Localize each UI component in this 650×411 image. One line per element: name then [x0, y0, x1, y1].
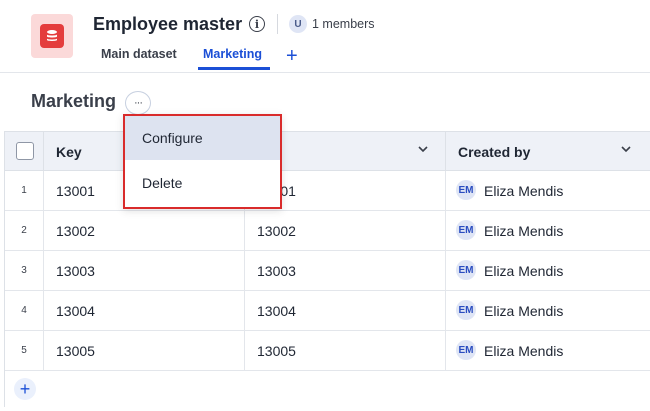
row-number: 3 — [21, 265, 27, 276]
table-row[interactable]: 4 13004 13004 EM Eliza Mendis — [5, 291, 650, 331]
avatar: EM — [456, 260, 476, 280]
member-avatar[interactable]: U — [289, 15, 307, 33]
add-tab-button[interactable]: + — [286, 46, 298, 66]
chevron-down-icon[interactable] — [417, 142, 429, 158]
row-number: 1 — [21, 185, 27, 196]
created-by-name: Eliza Mendis — [484, 263, 564, 279]
key-cell[interactable]: 13003 — [44, 251, 245, 290]
section-title: Marketing — [31, 91, 117, 111]
dataset-app-icon — [31, 14, 73, 58]
header-divider — [277, 14, 278, 34]
row-number-cell: 2 — [5, 211, 44, 250]
tab-main-dataset[interactable]: Main dataset — [101, 47, 177, 61]
key-value: 13002 — [56, 223, 95, 239]
row-number-cell: 5 — [5, 331, 44, 370]
data-table: Key Created by 1 13001 13001 EM Eliza Me… — [4, 131, 650, 407]
key-value: 13004 — [56, 303, 95, 319]
menu-item-delete[interactable]: Delete — [125, 161, 280, 205]
created-by-cell[interactable]: EM Eliza Mendis — [446, 331, 650, 370]
col2-value: 13005 — [257, 343, 296, 359]
select-all-header — [5, 132, 44, 171]
created-by-name: Eliza Mendis — [484, 303, 564, 319]
row-number-cell: 1 — [5, 171, 44, 210]
avatar: EM — [456, 180, 476, 200]
col2-cell[interactable]: 13004 — [245, 291, 446, 330]
key-value: 13005 — [56, 343, 95, 359]
col2-cell[interactable]: 13005 — [245, 331, 446, 370]
page-title: Employee master — [93, 14, 243, 34]
avatar: EM — [456, 300, 476, 320]
database-icon — [40, 24, 64, 48]
key-cell[interactable]: 13005 — [44, 331, 245, 370]
col2-value: 13002 — [257, 223, 296, 239]
column-header-label: Key — [56, 144, 82, 160]
col2-value: 13004 — [257, 303, 296, 319]
table-row[interactable]: 2 13002 13002 EM Eliza Mendis — [5, 211, 650, 251]
created-by-cell[interactable]: EM Eliza Mendis — [446, 211, 650, 250]
col2-value: 13003 — [257, 263, 296, 279]
col2-cell[interactable]: 13003 — [245, 251, 446, 290]
col2-cell[interactable]: 13002 — [245, 211, 446, 250]
row-number-cell: 4 — [5, 291, 44, 330]
created-by-cell[interactable]: EM Eliza Mendis — [446, 291, 650, 330]
header-divider-line — [0, 72, 650, 73]
menu-item-configure[interactable]: Configure — [125, 116, 280, 160]
created-by-cell[interactable]: EM Eliza Mendis — [446, 171, 650, 210]
active-tab-indicator — [198, 67, 270, 70]
row-number: 2 — [21, 225, 27, 236]
row-number: 4 — [21, 305, 27, 316]
column-header-created-by[interactable]: Created by — [446, 132, 650, 171]
key-cell[interactable]: 13004 — [44, 291, 245, 330]
table-footer: + — [5, 368, 650, 408]
avatar: EM — [456, 340, 476, 360]
table-row[interactable]: 3 13003 13003 EM Eliza Mendis — [5, 251, 650, 291]
select-all-checkbox[interactable] — [16, 142, 34, 160]
key-cell[interactable]: 13002 — [44, 211, 245, 250]
more-options-button[interactable]: ··· — [125, 91, 151, 115]
created-by-cell[interactable]: EM Eliza Mendis — [446, 251, 650, 290]
members-count[interactable]: 1 members — [312, 17, 375, 31]
key-value: 13001 — [56, 183, 95, 199]
created-by-name: Eliza Mendis — [484, 223, 564, 239]
table-row[interactable]: 5 13005 13005 EM Eliza Mendis — [5, 331, 650, 371]
add-row-button[interactable]: + — [14, 378, 36, 400]
table-row[interactable]: 1 13001 13001 EM Eliza Mendis — [5, 171, 650, 211]
key-value: 13003 — [56, 263, 95, 279]
column-header-label: Created by — [458, 144, 531, 160]
avatar: EM — [456, 220, 476, 240]
more-options-menu: Configure Delete — [123, 114, 282, 209]
chevron-down-icon[interactable] — [620, 142, 632, 158]
row-number-cell: 3 — [5, 251, 44, 290]
info-icon[interactable]: i — [249, 16, 265, 32]
tab-marketing[interactable]: Marketing — [203, 47, 262, 61]
created-by-name: Eliza Mendis — [484, 183, 564, 199]
created-by-name: Eliza Mendis — [484, 343, 564, 359]
row-number: 5 — [21, 345, 27, 356]
